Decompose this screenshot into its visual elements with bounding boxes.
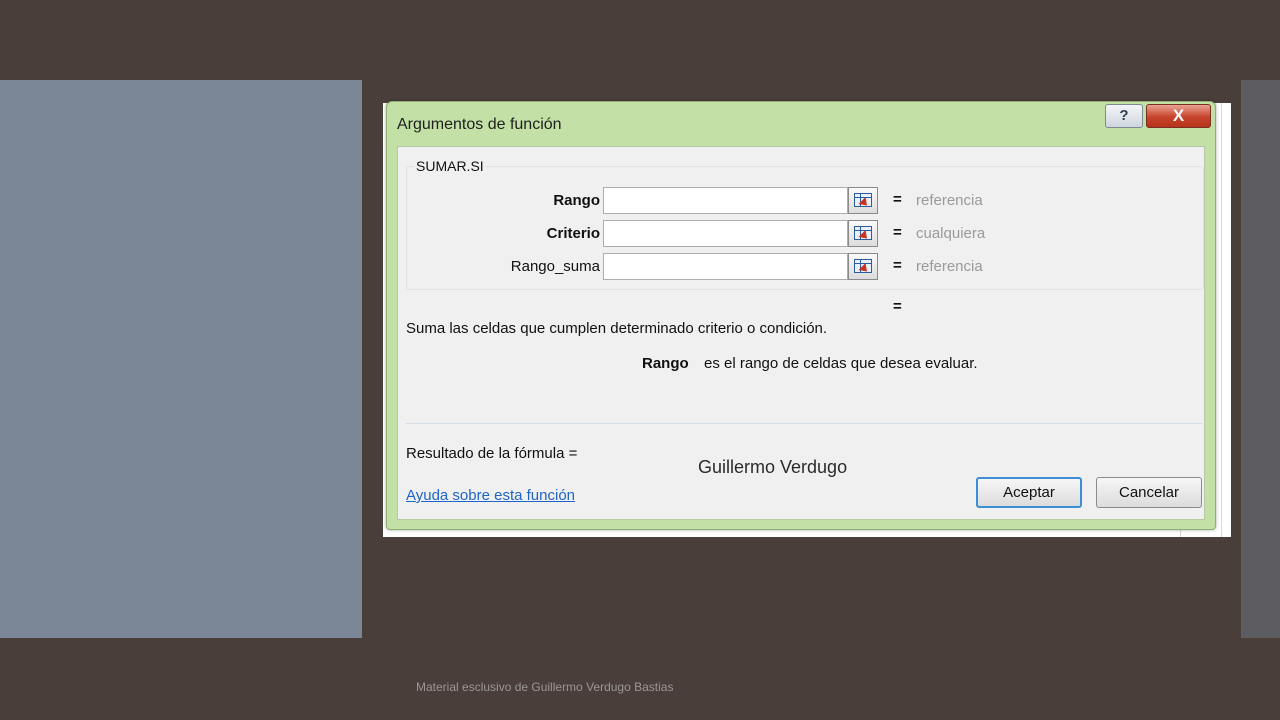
ok-button[interactable]: Aceptar — [976, 477, 1082, 508]
grid-line — [1221, 103, 1222, 537]
function-name: SUMAR.SI — [414, 158, 486, 174]
formula-result-label: Resultado de la fórmula = — [406, 445, 578, 462]
equals-sign: = — [893, 224, 902, 241]
arg-help-text: es el rango de celdas que desea evaluar. — [704, 355, 978, 372]
divider — [406, 423, 1202, 424]
arg-row-criterio: Criterio = cualquiera — [398, 220, 1206, 248]
author-watermark: Guillermo Verdugo — [698, 457, 848, 477]
arg-result: cualquiera — [916, 225, 986, 242]
arg-label: Criterio — [546, 225, 600, 242]
criterio-input[interactable] — [603, 220, 848, 247]
left-panel — [0, 80, 362, 638]
dialog-title: Argumentos de función — [397, 116, 562, 133]
arg-row-rango-suma: Rango_suma = referencia — [398, 253, 1206, 281]
collapse-dialog-icon[interactable] — [848, 253, 878, 280]
collapse-dialog-icon[interactable] — [848, 187, 878, 214]
function-description: Suma las celdas que cumplen determinado … — [406, 320, 828, 337]
arg-result: referencia — [916, 258, 983, 275]
collapse-dialog-icon[interactable] — [848, 220, 878, 247]
arg-label: Rango — [553, 192, 600, 209]
dialog-content: SUMAR.SI Rango = referencia Criterio = c… — [397, 146, 1205, 520]
arg-label: Rango_suma — [510, 258, 600, 275]
equals-sign: = — [893, 191, 902, 208]
function-result-equals: = — [893, 298, 902, 315]
rango-input[interactable] — [603, 187, 848, 214]
footer-text: Material esclusivo de Guillermo Verdugo … — [416, 680, 674, 694]
right-strip — [1241, 80, 1280, 638]
arg-row-rango: Rango = referencia — [398, 187, 1206, 215]
cancel-button[interactable]: Cancelar — [1096, 477, 1202, 508]
help-link[interactable]: Ayuda sobre esta función — [406, 487, 575, 504]
equals-sign: = — [893, 257, 902, 274]
rango-suma-input[interactable] — [603, 253, 848, 280]
arg-result: referencia — [916, 192, 983, 209]
function-arguments-dialog: Argumentos de función ? X SUMAR.SI Rango… — [386, 101, 1216, 530]
help-button[interactable]: ? — [1105, 104, 1143, 128]
arg-help-name: Rango — [642, 355, 689, 372]
close-button[interactable]: X — [1146, 104, 1211, 128]
